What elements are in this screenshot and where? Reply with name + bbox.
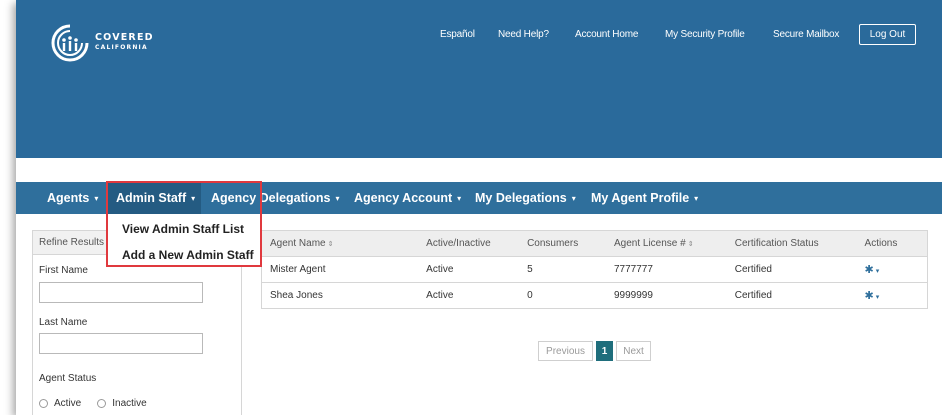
toplink-account-home[interactable]: Account Home (575, 29, 638, 40)
col-agent-name[interactable]: Agent Name ⇕ (261, 230, 427, 257)
header-banner: COVERED CALIFORNIA Español Need Help? Ac… (16, 0, 942, 158)
row-actions-menu[interactable]: ✱ ▾ (864, 256, 928, 283)
nav-label: Agents (47, 191, 90, 205)
last-name-field[interactable] (39, 333, 203, 354)
col-consumers: Consumers (527, 230, 614, 257)
chevron-down-icon: ▾ (94, 193, 99, 203)
cell-license: 9999999 (613, 282, 735, 309)
nav-item-my-delegations[interactable]: My Delegations ▾ (475, 182, 576, 214)
sort-icon: ⇕ (327, 241, 334, 248)
chevron-down-icon: ▾ (335, 193, 340, 203)
chevron-down-icon: ▾ (875, 268, 880, 275)
cell-status: Active (426, 256, 528, 283)
chevron-down-icon: ▾ (875, 294, 880, 301)
col-active-inactive: Active/Inactive (426, 230, 528, 257)
toplink-need-help[interactable]: Need Help? (498, 29, 549, 40)
radio-inactive[interactable] (97, 399, 107, 408)
row-actions-menu[interactable]: ✱ ▾ (864, 282, 928, 309)
nav-item-agents[interactable]: Agents ▾ (32, 182, 106, 214)
next-page-button[interactable]: Next (616, 341, 651, 361)
current-page-button[interactable]: 1 (596, 341, 613, 361)
toplink-secure-mailbox[interactable]: Secure Mailbox (773, 29, 839, 40)
radio-active-label: Active (54, 398, 82, 409)
table-header-row: Agent Name ⇕ Active/Inactive Consumers Ag… (261, 230, 928, 257)
first-name-label: First Name (39, 265, 88, 276)
cell-status: Active (426, 282, 528, 309)
chevron-down-icon: ▾ (571, 193, 576, 203)
nav-label: My Delegations (475, 191, 567, 205)
nav-label: Admin Staff (116, 191, 187, 205)
col-agent-license[interactable]: Agent License # ⇕ (613, 230, 735, 257)
cell-certification: Certified (734, 256, 865, 283)
nav-item-admin-staff[interactable]: Admin Staff ▾ (106, 182, 201, 214)
nav-label: Agency Account (354, 191, 453, 205)
previous-page-button[interactable]: Previous (538, 341, 593, 361)
main-nav: Agents ▾ Admin Staff ▾ Agency Delegations ▾… (16, 182, 942, 214)
chevron-down-icon: ▾ (457, 193, 462, 203)
col-actions: Actions (864, 230, 928, 257)
top-links: Español Need Help? Account Home My Secur… (16, 29, 942, 45)
cell-consumers: 5 (527, 256, 614, 283)
menu-item-add-admin-staff[interactable]: Add a New Admin Staff (122, 248, 254, 262)
nav-item-my-agent-profile[interactable]: My Agent Profile ▾ (591, 182, 698, 214)
admin-staff-dropdown: View Admin Staff List Add a New Admin St… (108, 215, 260, 265)
table-row: Mister Agent Active 5 7777777 Certified … (261, 256, 928, 283)
radio-inactive-label: Inactive (112, 398, 147, 409)
agent-status-label: Agent Status (39, 373, 97, 384)
col-certification-status: Certification Status (734, 230, 865, 257)
radio-active[interactable] (39, 399, 48, 408)
nav-item-agency-delegations[interactable]: Agency Delegations ▾ (211, 182, 340, 214)
sort-icon: ⇕ (687, 241, 694, 248)
cell-consumers: 0 (527, 282, 614, 309)
cell-agent-name[interactable]: Mister Agent (261, 256, 427, 283)
cell-certification: Certified (734, 282, 865, 309)
nav-label: My Agent Profile (591, 191, 690, 205)
toplink-security-profile[interactable]: My Security Profile (665, 29, 745, 40)
page-card: COVERED CALIFORNIA Español Need Help? Ac… (16, 0, 942, 415)
pagination: Previous 1 Next (538, 341, 651, 361)
chevron-down-icon: ▾ (191, 193, 196, 203)
admin-staff-table: Agent Name ⇕ Active/Inactive Consumers Ag… (261, 230, 928, 309)
logout-button[interactable]: Log Out (859, 24, 916, 45)
first-name-field[interactable] (39, 282, 203, 303)
nav-label: Agency Delegations (211, 191, 331, 205)
cell-license: 7777777 (613, 256, 735, 283)
menu-item-view-admin-staff-list[interactable]: View Admin Staff List (122, 222, 244, 236)
gear-icon: ✱ (864, 290, 874, 302)
chevron-down-icon: ▾ (694, 193, 699, 203)
nav-item-agency-account[interactable]: Agency Account ▾ (354, 182, 461, 214)
table-row: Shea Jones Active 0 9999999 Certified ✱ ▾ (261, 282, 928, 309)
agent-status-options: Active Inactive (39, 398, 147, 409)
toplink-espanol[interactable]: Español (440, 29, 475, 40)
gear-icon: ✱ (864, 264, 874, 276)
last-name-label: Last Name (39, 317, 88, 328)
cell-agent-name[interactable]: Shea Jones (261, 282, 427, 309)
